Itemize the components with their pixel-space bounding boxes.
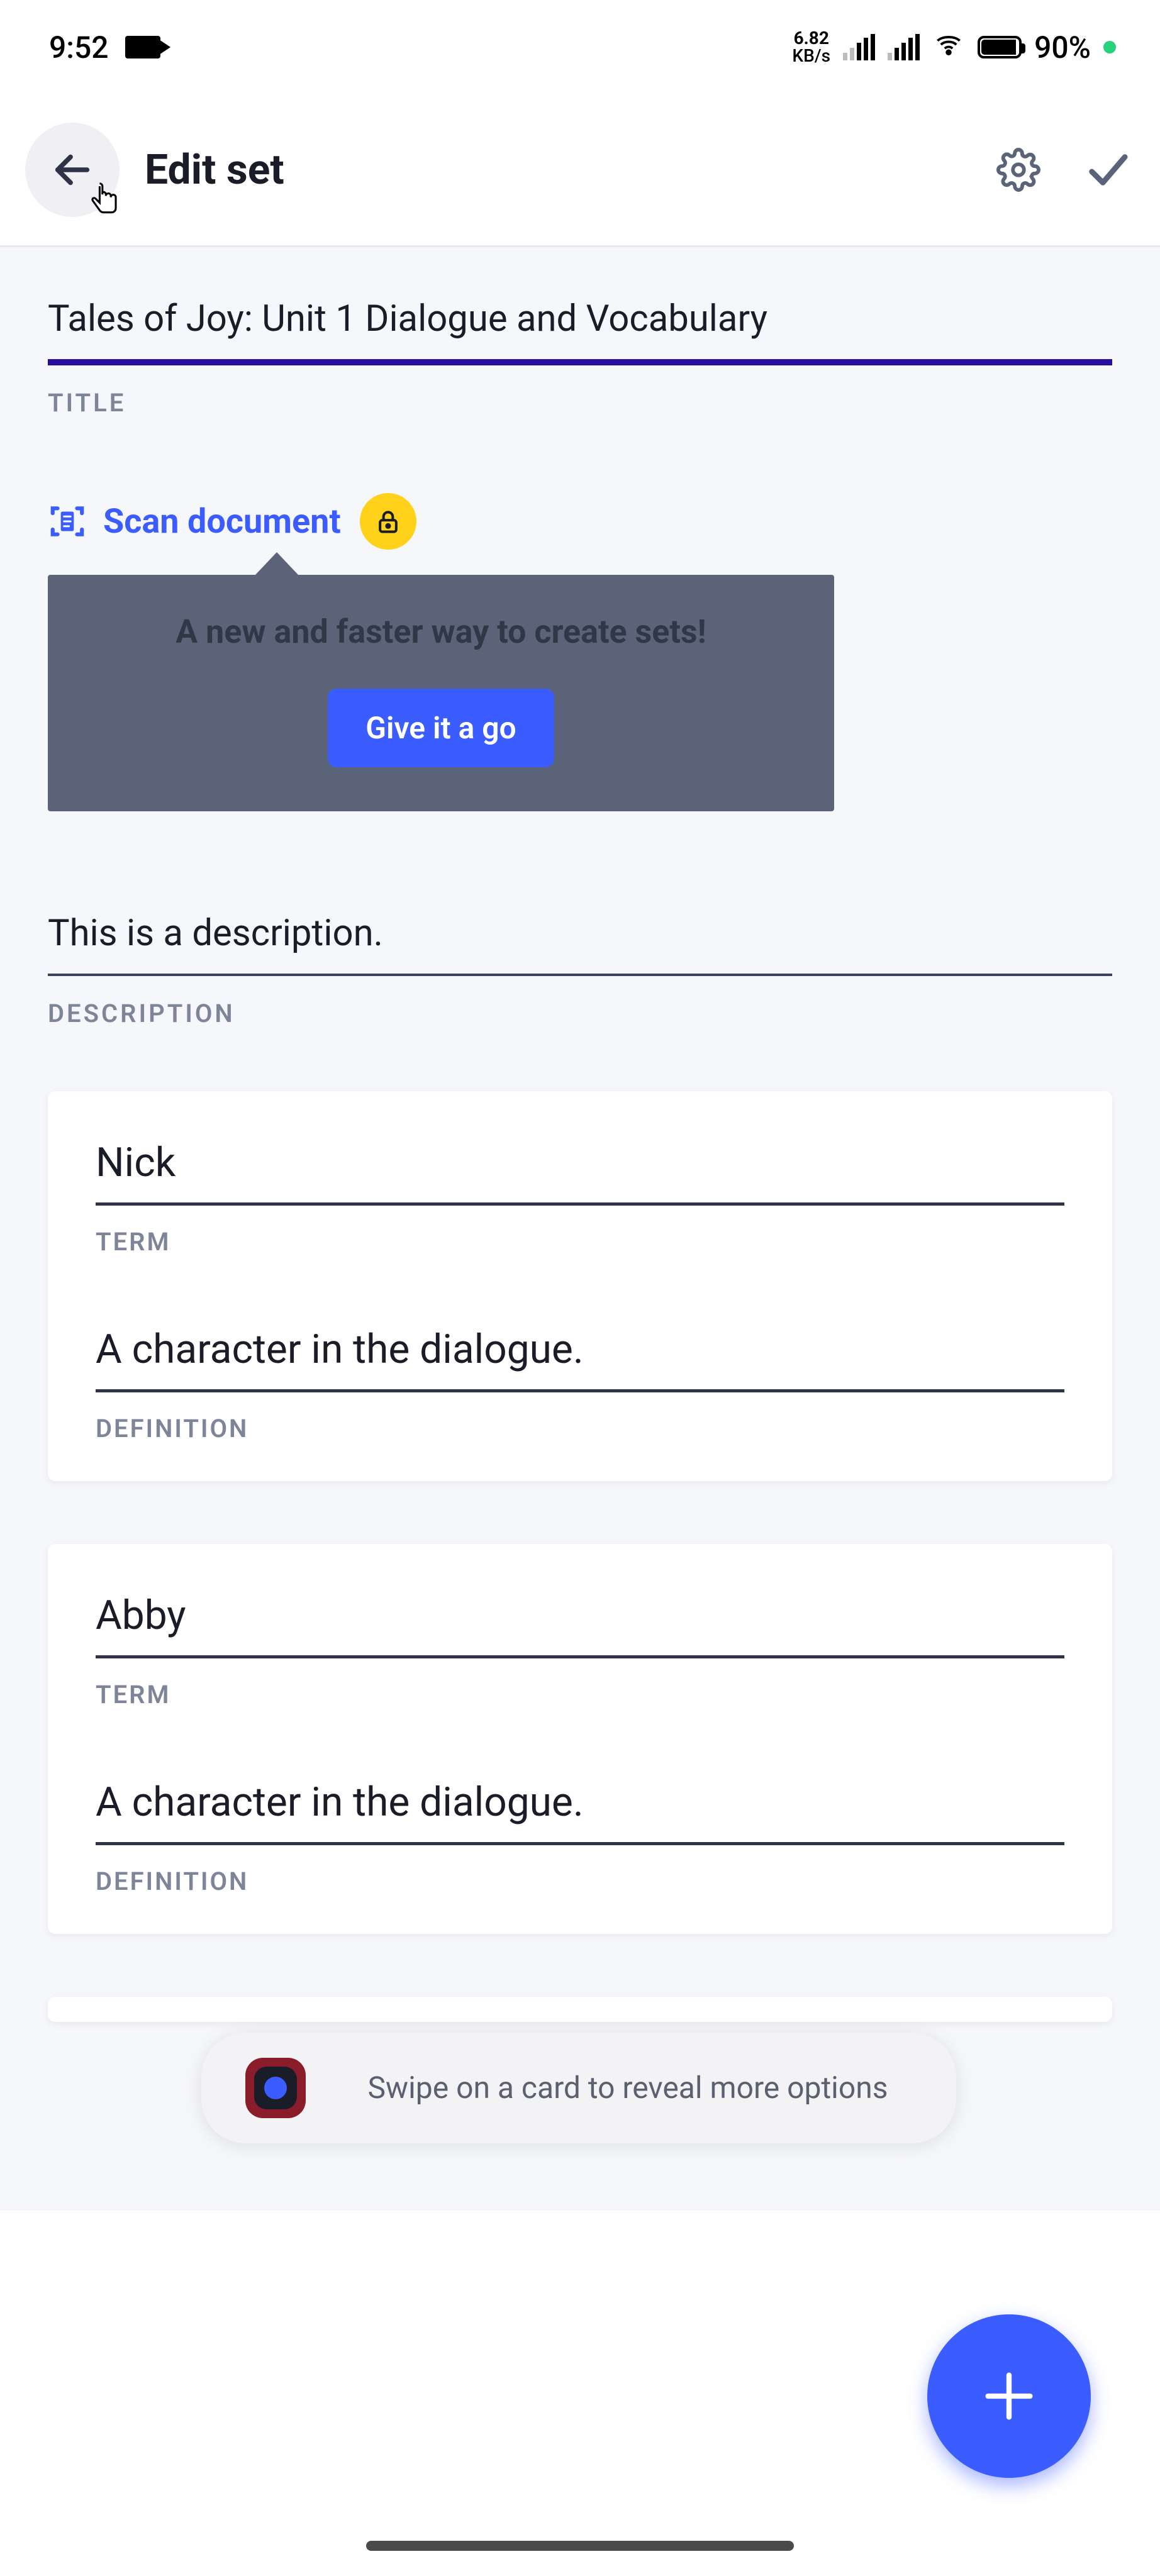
gear-icon [996,148,1040,192]
title-field-label: TITLE [48,388,1112,418]
set-description-input[interactable]: This is a description. [48,912,1112,976]
promo-text: A new and faster way to create sets! [73,613,809,651]
camera-recording-icon [125,36,160,58]
add-card-fab[interactable] [927,2314,1091,2478]
definition-field-label: DEFINITION [96,1414,1064,1443]
promo-tooltip: A new and faster way to create sets! Giv… [48,575,834,811]
plus-icon [978,2365,1040,2428]
term-card[interactable]: Abby TERM A character in the dialogue. D… [48,1544,1112,1934]
swipe-hint-toast: Swipe on a card to reveal more options [201,2033,956,2143]
main-content: Tales of Joy: Unit 1 Dialogue and Vocabu… [0,247,1160,2211]
definition-input[interactable]: A character in the dialogue. [96,1779,1064,1845]
term-card-peek[interactable] [48,1997,1112,2022]
app-shortcut-icon [245,2058,306,2118]
scan-document-button[interactable]: Scan document [48,502,341,541]
wifi-icon [932,30,965,65]
battery-icon [978,36,1022,58]
confirm-button[interactable] [1085,148,1129,192]
status-time: 9:52 [49,30,109,65]
cursor-hand-icon [82,178,126,222]
privacy-dot-icon [1103,41,1116,53]
toast-text: Swipe on a card to reveal more options [343,2068,912,2109]
term-input[interactable]: Nick [96,1139,1064,1206]
description-field-label: DESCRIPTION [48,999,1112,1028]
signal-bars-1-icon [843,34,875,60]
home-indicator[interactable] [366,2541,794,2551]
page-title: Edit set [145,146,952,194]
app-header: Edit set [0,94,1160,245]
term-card[interactable]: Nick TERM A character in the dialogue. D… [48,1091,1112,1481]
scan-document-label: Scan document [103,502,341,541]
term-input[interactable]: Abby [96,1592,1064,1658]
check-icon [1085,148,1129,192]
premium-lock-badge[interactable] [360,493,416,550]
lock-icon [374,508,402,535]
battery-percent: 90% [1034,30,1091,65]
settings-button[interactable] [996,148,1040,192]
definition-field-label: DEFINITION [96,1867,1064,1896]
term-field-label: TERM [96,1227,1064,1257]
definition-input[interactable]: A character in the dialogue. [96,1326,1064,1392]
set-title-input[interactable]: Tales of Joy: Unit 1 Dialogue and Vocabu… [48,297,1112,365]
promo-cta-button[interactable]: Give it a go [328,689,554,767]
term-field-label: TERM [96,1680,1064,1709]
network-rate: 6.82 KB/s [792,30,830,65]
back-button[interactable] [25,123,120,217]
scan-document-icon [48,502,87,541]
status-bar: 9:52 6.82 KB/s 90% [0,0,1160,94]
signal-bars-2-icon [888,34,920,60]
